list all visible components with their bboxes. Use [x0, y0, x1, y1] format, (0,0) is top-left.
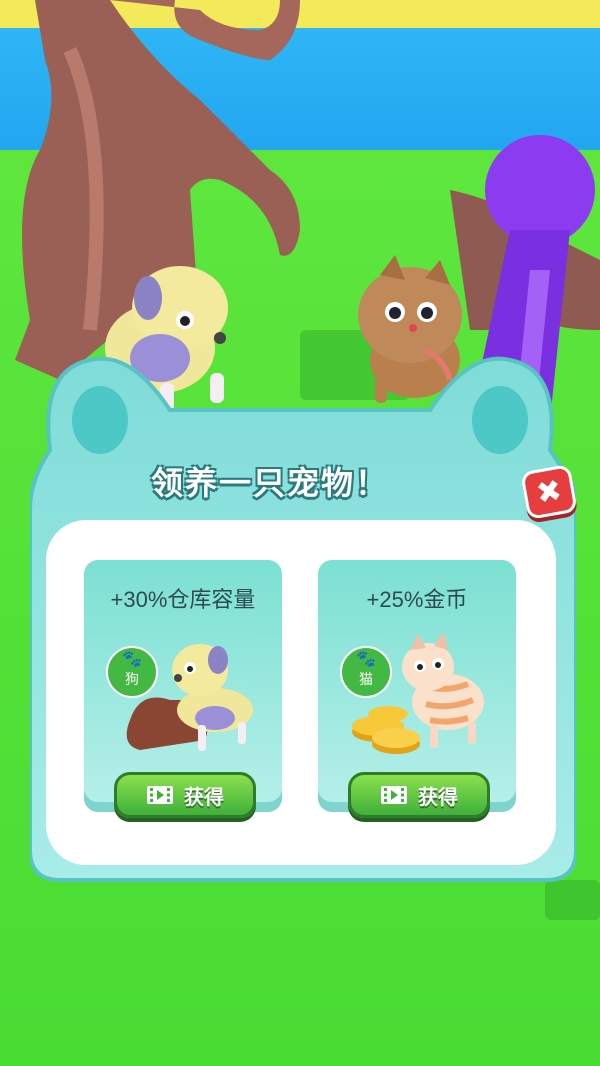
- get-button-label: 获得: [184, 784, 224, 809]
- get-cat-button[interactable]: 获得: [348, 772, 490, 818]
- get-dog-button[interactable]: 获得: [114, 772, 256, 818]
- bonus-title: +30%仓库容量: [110, 587, 256, 612]
- video-icon: [381, 786, 407, 804]
- bonus-title: +25%金币: [366, 587, 468, 612]
- pet-option-cat: +25%金币 🐾 猫 获得: [318, 560, 516, 818]
- dialog-content: +30%仓库容量 🐾 狗 获得 +25%金币 🐾 猫 获得: [46, 520, 556, 865]
- get-button-label: 获得: [418, 784, 458, 809]
- pet-option-dog: +30%仓库容量 🐾 狗 获得: [84, 560, 282, 818]
- close-button[interactable]: ✖: [520, 464, 578, 520]
- cat-with-coins-image: [352, 632, 484, 754]
- dog-with-sack-image: [126, 644, 253, 751]
- dialog-title: 领养一只宠物！: [150, 464, 389, 502]
- video-icon: [147, 786, 173, 804]
- close-icon: ✖: [533, 472, 565, 512]
- gold-coins-icon: [352, 706, 420, 754]
- adopt-pet-dialog: 领养一只宠物！ ✖ +30%仓库容量 🐾 狗 获得 +25%金币 🐾 猫 获得: [30, 350, 578, 890]
